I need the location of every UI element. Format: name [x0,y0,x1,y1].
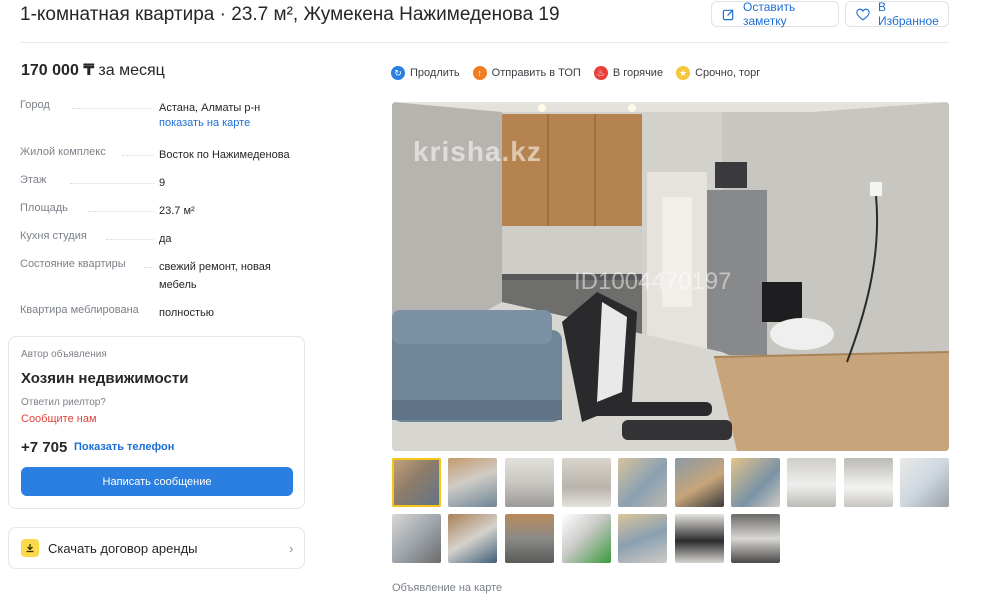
param-value: Восток по Нажимеденова [159,149,290,161]
photo-thumbnail[interactable] [675,514,724,563]
param-area: Площадь 23.7 м² [20,202,310,220]
leave-note-button[interactable]: Оставить заметку [711,0,839,28]
hot-action[interactable]: ♨ В горячие [593,66,664,80]
photo-thumbnail[interactable] [844,458,893,507]
author-card: Автор объявления Хозяин недвижимости Отв… [8,336,305,509]
download-contract-card[interactable]: Скачать договор аренды › [8,527,305,569]
param-value: полностью [159,307,214,319]
param-dots [72,108,154,109]
photo-thumbnail[interactable] [505,458,554,507]
add-to-favorites-button[interactable]: В Избранное [845,0,949,28]
photo-thumbnail[interactable] [675,458,724,507]
param-dots [144,267,154,268]
send-to-top-label: Отправить в ТОП [491,67,581,79]
param-value: да [159,233,172,245]
param-value: Астана, Алматы р-н [159,102,261,114]
listing-actions: ↻ Продлить ↑ Отправить в ТОП ♨ В горячие… [391,64,773,82]
param-dots [70,183,154,184]
report-realtor-link[interactable]: Сообщите нам [21,413,97,425]
top-icon: ↑ [472,66,487,80]
heart-icon [856,8,870,20]
param-city: Город Астана, Алматы р-н показать на кар… [20,99,310,135]
param-condition: Состояние квартиры свежий ремонт, новая … [20,258,310,294]
download-contract-label: Скачать договор аренды [48,541,198,556]
fire-icon: ♨ [593,66,608,80]
param-dots [106,239,154,240]
photo-thumbnail[interactable] [392,458,441,507]
param-key: Состояние квартиры [20,258,126,270]
author-name: Хозяин недвижимости [21,370,189,387]
photo-thumbnail[interactable] [731,458,780,507]
chevron-right-icon: › [289,541,294,556]
urgent-label: Срочно, торг [695,67,761,79]
write-message-button[interactable]: Написать сообщение [21,467,293,496]
param-value: свежий ремонт, новая мебель [159,261,271,291]
download-icon [21,539,39,557]
renew-action[interactable]: ↻ Продлить [391,66,460,80]
photo-thumbnail[interactable] [618,458,667,507]
show-on-map-link[interactable]: показать на карте [159,117,250,129]
photo-thumbnail[interactable] [787,458,836,507]
photo-thumbnail[interactable] [900,458,949,507]
price: 170 000 ₸ за месяц [21,60,165,80]
param-key: Жилой комплекс [20,146,106,158]
photo-thumbnail[interactable] [618,514,667,563]
param-key: Площадь [20,202,68,214]
leave-note-label: Оставить заметку [743,0,796,28]
photo-thumbnail[interactable] [448,458,497,507]
renew-icon: ↻ [391,66,405,80]
photo-watermark-id: ID1004470197 [574,268,732,295]
param-value: 9 [159,177,166,189]
urgent-icon: ★ [676,66,691,80]
send-to-top-action[interactable]: ↑ Отправить в ТОП [472,66,581,80]
renew-label: Продлить [410,67,460,79]
photo-watermark-site: krisha.kz [413,136,542,167]
param-key: Этаж [20,174,47,186]
page-title: 1-комнатная квартира · 23.7 м², Жумекена… [20,4,560,25]
param-key: Кухня студия [20,230,87,242]
param-complex: Жилой комплекс Восток по Нажимеденова [20,146,310,164]
param-key: Квартира меблирована [20,304,139,316]
urgent-action[interactable]: ★ Срочно, торг [676,66,760,80]
photo-thumbnail[interactable] [731,514,780,563]
author-label: Автор объявления [21,349,107,360]
edit-icon [722,8,734,20]
param-floor: Этаж 9 [20,174,310,192]
param-key: Город [20,99,50,111]
photo-thumbnail[interactable] [562,458,611,507]
phone-number: +7 705 [21,439,68,456]
header-divider [20,42,949,43]
photo-thumbnail[interactable] [448,514,497,563]
photo-thumbnail[interactable] [505,514,554,563]
show-phone-link[interactable]: Показать телефон [74,441,174,453]
photo-thumbnail[interactable] [562,514,611,563]
param-value: 23.7 м² [159,205,195,217]
param-studio-kitchen: Кухня студия да [20,230,310,248]
favorites-label: В Избранное [878,0,939,28]
param-dots [122,155,154,156]
param-dots [88,211,154,212]
param-furnished: Квартира меблирована полностью [20,304,310,322]
hot-label: В горячие [612,67,664,79]
photo-thumbnail[interactable] [392,514,441,563]
price-period: за месяц [98,62,165,79]
listing-on-map-label[interactable]: Объявление на карте [392,582,502,594]
realtor-question: Ответил риелтор? [21,397,106,408]
price-amount: 170 000 ₸ [21,62,95,79]
